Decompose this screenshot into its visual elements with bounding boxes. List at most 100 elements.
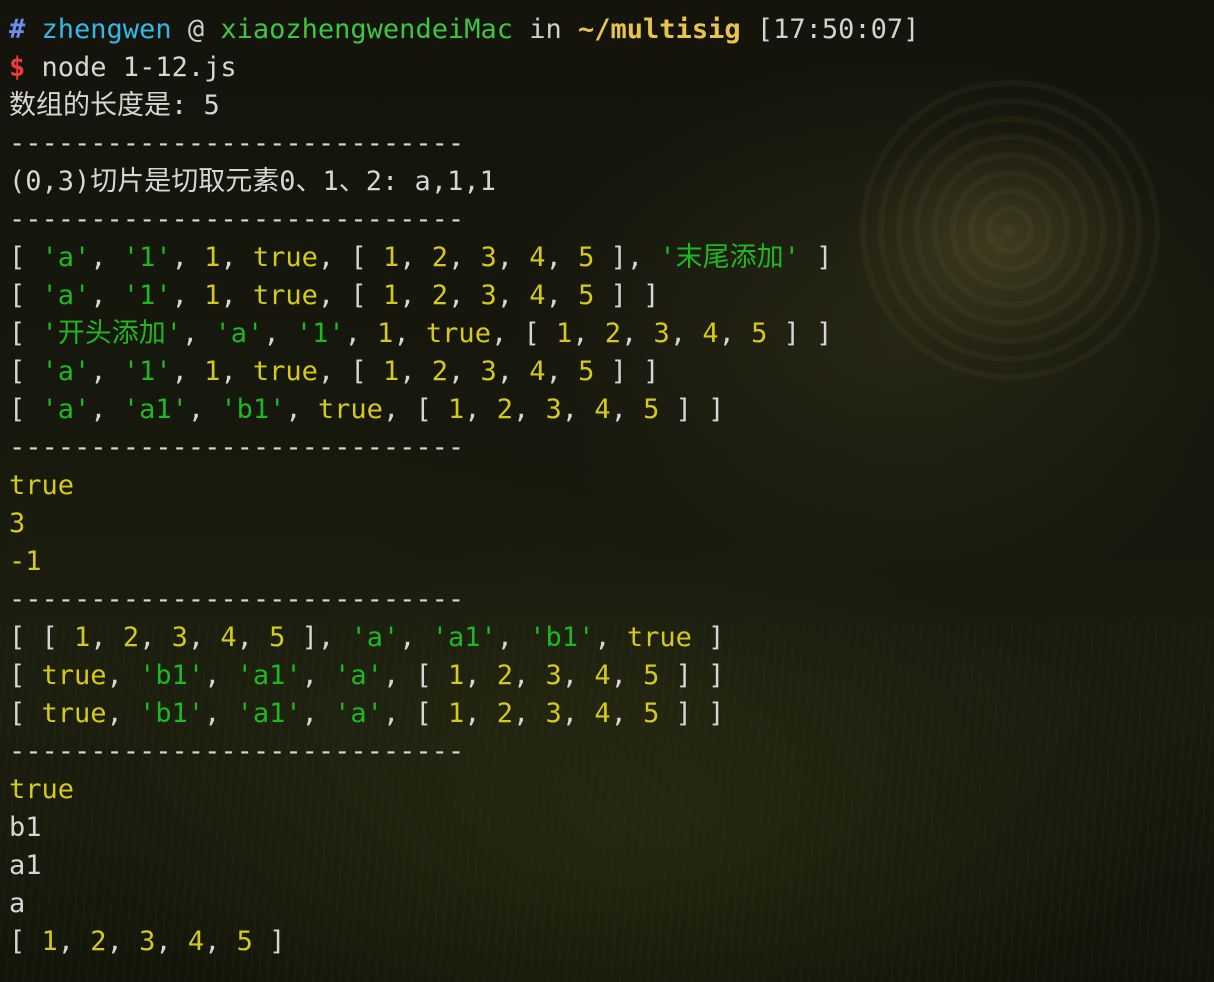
output-segment-num: 2 — [90, 926, 107, 957]
output-segment-bool: true — [317, 394, 383, 425]
output-segment-num: 3 — [545, 394, 562, 425]
output-segment-sep: , — [669, 318, 703, 349]
output-segment-sep: [ — [9, 318, 42, 349]
output-segment-sep: , — [610, 660, 644, 691]
output-segment-plain: a1 — [9, 850, 42, 881]
output-segment-num: 5 — [578, 242, 595, 273]
prompt-user: zhengwen — [41, 14, 172, 45]
output-segment-str: 'a' — [41, 394, 91, 425]
output-segment-sep: , — [545, 242, 579, 273]
output-line: (0,3)切片是切取元素0、1、2: a,1,1 — [9, 163, 1214, 201]
output-segment-num: -1 — [9, 546, 42, 577]
output-segment-sep: , — [220, 280, 253, 311]
output-segment-plain: ---------------------------- — [9, 432, 465, 463]
output-segment-num: 5 — [578, 280, 595, 311]
output-segment-num: 5 — [643, 698, 660, 729]
output-segment-sep: , — [448, 280, 481, 311]
output-segment-num: 3 — [480, 356, 497, 387]
output-segment-num: 1 — [41, 926, 58, 957]
output-segment-num: 3 — [545, 698, 562, 729]
output-line: ---------------------------- — [9, 733, 1214, 771]
output-line: 3 — [9, 505, 1214, 543]
output-segment-num: 2 — [496, 394, 514, 425]
output-segment-str: 'a' — [41, 356, 91, 387]
output-segment-num: 4 — [594, 660, 611, 691]
output-segment-str: 'a' — [41, 242, 91, 273]
output-segment-plain: ---------------------------- — [9, 204, 465, 235]
output-segment-sep: , — [139, 622, 172, 653]
output-segment-str: '末尾添加' — [659, 242, 800, 273]
output-segment-num: 1 — [204, 356, 221, 387]
output-segment-sep: , — [572, 318, 605, 349]
output-segment-sep: ] ] — [659, 660, 725, 691]
output-segment-num: 4 — [702, 318, 719, 349]
output-segment-sep: , [ — [317, 280, 383, 311]
output-segment-sep: , — [106, 698, 140, 729]
output-segment-plain: a — [9, 888, 26, 919]
output-segment-sep: , — [106, 660, 140, 691]
output-segment-sep: , — [106, 926, 140, 957]
output-segment-sep: , — [90, 622, 123, 653]
prompt-line: # zhengwen @ xiaozhengwendeiMac in ~/mul… — [9, 11, 1214, 49]
output-segment-num: 4 — [529, 242, 546, 273]
output-line: ---------------------------- — [9, 429, 1214, 467]
output-segment-sep: , — [90, 242, 123, 273]
output-segment-num: 5 — [236, 926, 253, 957]
output-segment-sep: , — [285, 394, 318, 425]
output-segment-sep: , [ — [382, 660, 448, 691]
output-segment-sep: , — [155, 926, 188, 957]
output-line: [ 'a', '1', 1, true, [ 1, 2, 3, 4, 5 ] ] — [9, 277, 1214, 315]
output-line: ---------------------------- — [9, 581, 1214, 619]
output-segment-sep: , — [182, 318, 215, 349]
output-segment-sep: [ [ — [9, 622, 75, 653]
output-segment-plain: (0,3)切片是切取元素0、1、2: a,1,1 — [9, 166, 496, 197]
output-segment-sep: , — [393, 318, 426, 349]
output-segment-str: 'a1' — [122, 394, 188, 425]
output-segment-sep: , — [301, 698, 335, 729]
output-segment-num: 1 — [447, 698, 465, 729]
output-segment-sep: ] ] — [659, 394, 725, 425]
output-segment-num: 1 — [204, 280, 221, 311]
output-segment-sep: , — [90, 394, 123, 425]
output-segment-sep: , [ — [317, 242, 383, 273]
output-segment-sep: , — [561, 698, 595, 729]
output-segment-sep: ] ] — [659, 698, 725, 729]
output-segment-str: '开头添加' — [41, 318, 183, 349]
output-segment-bool: true — [626, 622, 692, 653]
output-line: 数组的长度是: 5 — [9, 87, 1214, 125]
output-segment-bool: true — [425, 318, 491, 349]
output-segment-sep: , — [399, 242, 432, 273]
output-line: true — [9, 771, 1214, 809]
output-segment-num: 3 — [171, 622, 188, 653]
output-segment-sep: , — [561, 660, 595, 691]
output-segment-sep: , [ — [490, 318, 556, 349]
output-segment-str: 'a1' — [431, 622, 497, 653]
output-segment-num: 5 — [578, 356, 595, 387]
output-segment-sep: [ — [9, 356, 42, 387]
output-segment-num: 5 — [643, 394, 660, 425]
output-segment-sep: , [ — [317, 356, 383, 387]
output-segment-num: 4 — [529, 356, 546, 387]
output-segment-sep: ], — [285, 622, 351, 653]
output-segment-sep: , — [448, 242, 481, 273]
output-segment-sep: , — [236, 622, 270, 653]
output-segment-num: 3 — [9, 508, 26, 539]
output-segment-num: 4 — [594, 394, 611, 425]
prompt-at: @ — [187, 14, 205, 45]
output-segment-sep: , — [513, 660, 546, 691]
terminal-output[interactable]: # zhengwen @ xiaozhengwendeiMac in ~/mul… — [9, 11, 1214, 961]
output-segment-num: 1 — [382, 242, 400, 273]
output-segment-num: 3 — [480, 280, 497, 311]
output-segment-sep: , — [344, 318, 378, 349]
output-line: [ [ 1, 2, 3, 4, 5 ], 'a', 'a1', 'b1', tr… — [9, 619, 1214, 657]
output-segment-sep: , — [561, 394, 595, 425]
prompt-dollar: $ — [9, 52, 26, 83]
output-segment-plain: ---------------------------- — [9, 736, 465, 767]
output-segment-bool: true — [41, 698, 107, 729]
output-segment-str: 'b1' — [220, 394, 286, 425]
output-segment-sep: , — [496, 622, 530, 653]
output-segment-num: 4 — [594, 698, 611, 729]
output-segment-sep: , — [448, 356, 481, 387]
output-line: [ 1, 2, 3, 4, 5 ] — [9, 923, 1214, 961]
output-segment-sep: , — [301, 660, 335, 691]
